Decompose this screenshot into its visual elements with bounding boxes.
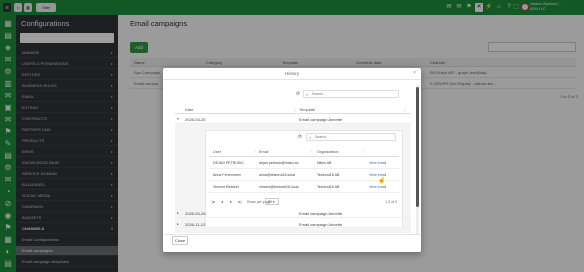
close-button[interactable]: Close [172, 236, 188, 245]
expand-icon[interactable]: ▸ [177, 209, 179, 218]
row-date: 2026-03-25 [185, 117, 206, 122]
history-row[interactable]: ▸ 2026-11-12 Email campaign Annette [175, 220, 411, 228]
history-row[interactable]: ▾ 2026-03-25 Email campaign Annette [175, 115, 411, 124]
cell-user: DEJAN PETRUSIC [213, 161, 244, 165]
refresh-icon[interactable]: ⟳ [296, 91, 300, 97]
cell-email: dejan.petrusic@indeo.se [259, 161, 299, 165]
search-icon: ⌕ [306, 92, 309, 97]
refresh-icon[interactable]: ⟳ [298, 134, 302, 140]
row-template: Email campaign Annette [299, 211, 343, 216]
rows-per-page-select[interactable]: 20 ▾ [265, 198, 279, 205]
row-date: 2026-11-12 [185, 222, 206, 227]
column-header-organization[interactable]: Organization [317, 148, 339, 157]
column-header-user[interactable]: User [213, 148, 221, 157]
history-search[interactable]: ⌕ [303, 90, 399, 98]
history-table-header: Date ⋮ Template ⋮ [175, 105, 411, 114]
recipients-search[interactable]: ⌕ [306, 133, 396, 141]
first-page-button[interactable]: |◂ [209, 198, 217, 206]
column-menu-icon[interactable]: ⋮ [309, 148, 313, 157]
history-search-input[interactable] [312, 91, 378, 97]
pagination: |◂ ◂ ▸ ▸| Rows per page 20 ▾ 1-3 of 3 [209, 198, 399, 208]
divider [163, 79, 421, 80]
cell-email: vincent@testorut16.local [259, 185, 299, 189]
recipients-header: User ⋮ Email ⋮ Organization ⋮ [209, 148, 399, 157]
column-header-email[interactable]: Email [259, 148, 269, 157]
cell-organization: Nilles AB [317, 161, 332, 165]
cell-user: Vincent Elebiser [213, 185, 239, 189]
history-row[interactable]: ▸ 2026-03-26 Email campaign Annette [175, 209, 411, 218]
page-range: 1-3 of 3 [385, 200, 397, 204]
dialog-title: History [284, 71, 299, 76]
row-template: Email campaign Annette [299, 222, 343, 227]
column-menu-icon[interactable]: ⋮ [361, 148, 365, 157]
cell-organization: Testorut16 AB [317, 173, 340, 177]
column-menu-icon[interactable]: ⋮ [293, 105, 297, 114]
search-icon: ⌕ [309, 135, 312, 140]
next-page-button[interactable]: ▸ [227, 198, 235, 206]
mouse-cursor-icon: ☝ [378, 178, 386, 184]
prev-page-button[interactable]: ◂ [218, 198, 226, 206]
divider [163, 234, 421, 235]
column-menu-icon[interactable]: ⋮ [403, 105, 407, 114]
history-dialog: History × ⟳ ⌕ Date ⋮ Template ⋮ ▾ 2026-0… [163, 68, 421, 252]
column-header-template[interactable]: Template [299, 105, 315, 114]
row-date: 2026-03-26 [185, 211, 206, 216]
dialog-scrollbar[interactable] [416, 85, 419, 235]
last-page-button[interactable]: ▸| [236, 198, 244, 206]
recipients-search-input[interactable] [315, 134, 377, 140]
cell-organization: Testorut16 AB [317, 185, 340, 189]
column-header-date[interactable]: Date [185, 105, 193, 114]
column-menu-icon[interactable]: ⋮ [253, 148, 257, 157]
collapse-icon[interactable]: ▾ [177, 115, 179, 124]
scrollbar-thumb[interactable] [416, 87, 419, 207]
row-template: Email campaign Annette [299, 117, 343, 122]
recipient-row[interactable]: Vincent Elebiser vincent@testorut16.loca… [209, 182, 399, 193]
view-email-link[interactable]: View email [369, 158, 386, 169]
cell-user: Anna Ferrevunen [213, 173, 241, 177]
recipient-row[interactable]: Anna Ferrevunen anna@testorut16.local Te… [209, 170, 399, 181]
recipient-row[interactable]: DEJAN PETRUSIC dejan.petrusic@indeo.se N… [209, 158, 399, 169]
cell-email: anna@testorut16.local [259, 173, 296, 177]
close-icon[interactable]: × [413, 70, 416, 76]
expand-icon[interactable]: ▸ [177, 220, 179, 227]
